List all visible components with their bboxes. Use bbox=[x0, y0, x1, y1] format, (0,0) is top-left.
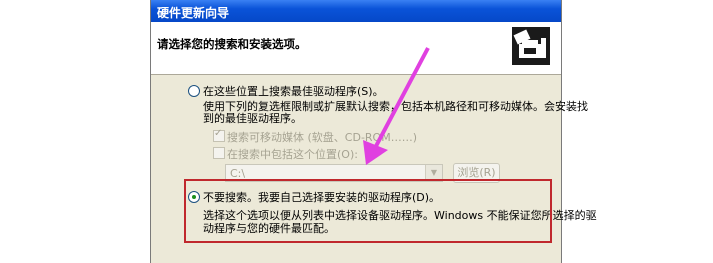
include-location-label: 在搜索中包括这个位置(O): bbox=[227, 148, 358, 161]
removable-media-checkbox[interactable] bbox=[213, 128, 225, 142]
wizard-heading: 请选择您的搜索和安装选项。 bbox=[157, 37, 307, 51]
window-title: 硬件更新向导 bbox=[157, 6, 230, 20]
title-bar[interactable]: 硬件更新向导 bbox=[151, 0, 561, 22]
search-option-description-2: 到的最佳驱动程序。 bbox=[203, 112, 302, 125]
removable-media-label: 搜索可移动媒体 (软盘、CD-ROM……) bbox=[227, 131, 417, 144]
include-location-checkbox[interactable] bbox=[213, 147, 225, 159]
annotation-highlight-box bbox=[184, 179, 552, 243]
search-option-radio[interactable] bbox=[188, 85, 200, 97]
wizard-header: 请选择您的搜索和安装选项。 bbox=[151, 22, 561, 75]
hardware-wizard-icon bbox=[512, 27, 550, 65]
search-option-label[interactable]: 在这些位置上搜索最佳驱动程序(S)。 bbox=[203, 83, 384, 99]
